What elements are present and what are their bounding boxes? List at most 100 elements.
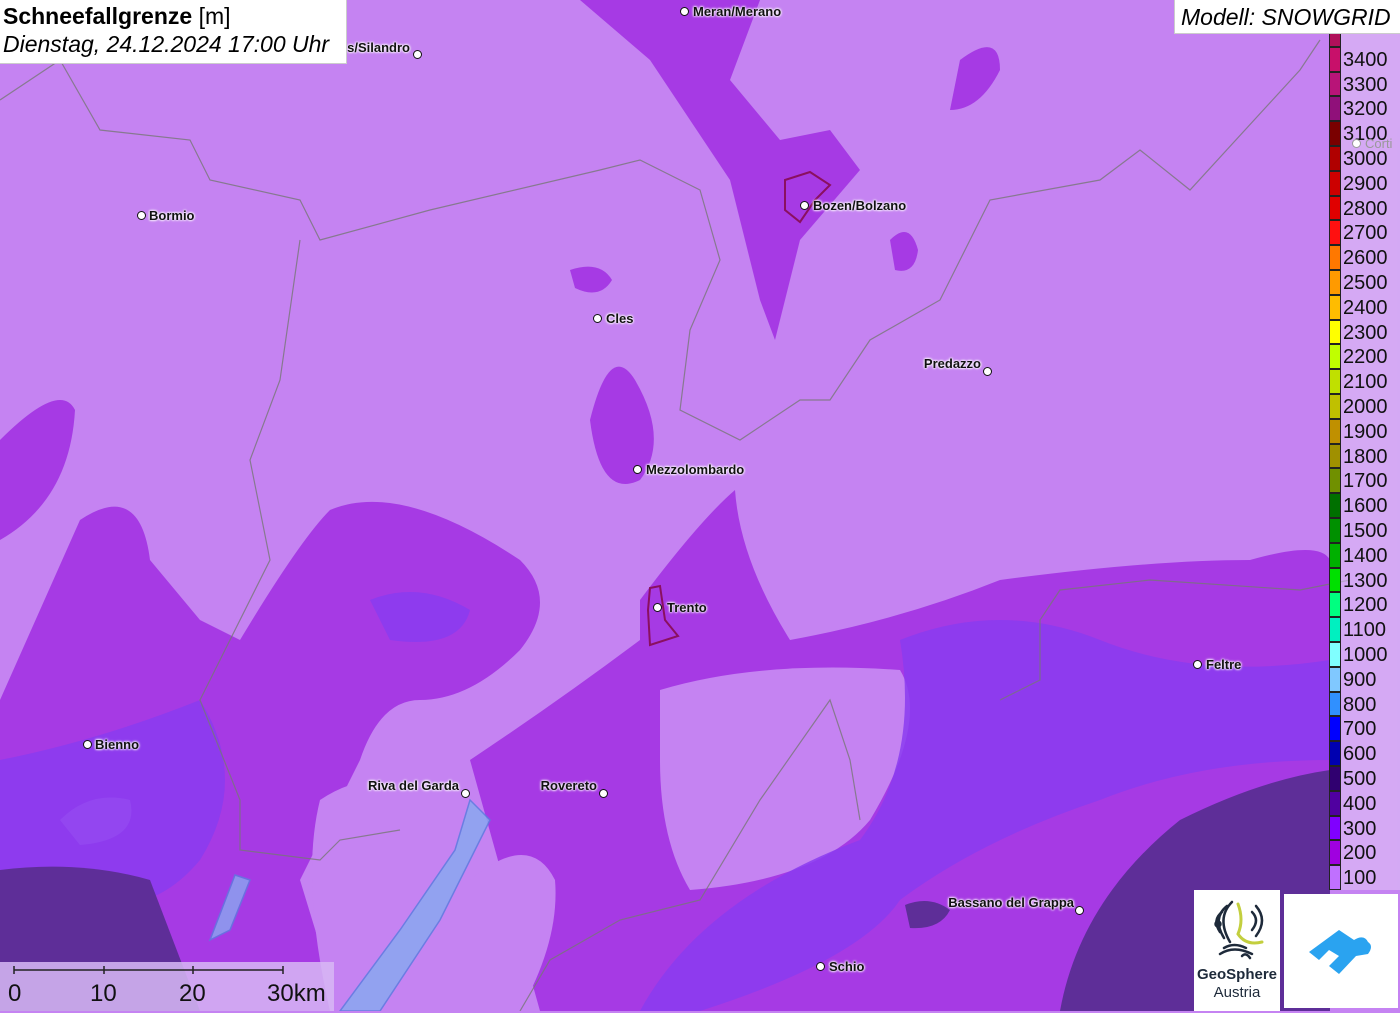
legend-item: 2800 (1329, 195, 1400, 221)
scale-tick: 30km (267, 980, 326, 1007)
unit-label: [m] (198, 3, 231, 29)
legend-label: 3000 (1343, 148, 1388, 170)
legend-swatch (1329, 542, 1341, 568)
legend-label: 2000 (1343, 396, 1388, 418)
legend-swatch (1329, 642, 1341, 667)
legend-item: 3400 (1329, 46, 1400, 72)
legend-swatch (1329, 741, 1341, 766)
city-dot-icon (599, 789, 608, 798)
legend-item: 1600 (1329, 493, 1400, 518)
legend-item: 1500 (1329, 518, 1400, 543)
legend-swatch (1329, 592, 1341, 618)
legend-label: 2900 (1343, 172, 1388, 195)
legend-swatch (1329, 443, 1341, 469)
legend-item: 2600 (1329, 245, 1400, 270)
legend-swatch (1329, 518, 1341, 543)
legend-item: 1700 (1329, 468, 1400, 494)
legend-label: 1400 (1343, 544, 1388, 567)
legend-swatch (1329, 766, 1341, 791)
legend-item: 2900 (1329, 170, 1400, 196)
legend-label: 1700 (1343, 470, 1388, 493)
legend-swatch (1329, 617, 1341, 642)
legend-item: 200 (1329, 840, 1400, 866)
legend-swatch (1329, 319, 1341, 345)
mountain-cloud-logo-icon (1309, 930, 1371, 974)
scale-tick: 10 (90, 980, 117, 1007)
legend-swatch (1329, 344, 1341, 370)
city-dot-icon (593, 314, 602, 323)
legend-label: 400 (1343, 792, 1377, 815)
legend-label: 1800 (1343, 445, 1388, 468)
legend-label: 3400 (1343, 48, 1388, 71)
legend-swatch (1329, 195, 1341, 221)
legend-item: 2700 (1329, 220, 1400, 246)
legend-item: 2100 (1329, 369, 1400, 394)
legend-item: 2200 (1329, 344, 1400, 370)
city-dot-icon (800, 201, 809, 210)
map-title: Schneefallgrenze [m] (3, 3, 231, 29)
app-logo[interactable] (1284, 894, 1398, 1008)
legend-label: 300 (1343, 817, 1377, 840)
legend-item: 2400 (1329, 294, 1400, 320)
legend-item: 2300 (1329, 319, 1400, 345)
title-box: Schneefallgrenze [m] Dienstag, 24.12.202… (0, 0, 347, 64)
scale-bar-line (13, 966, 284, 974)
legend-item: 600 (1329, 741, 1400, 766)
legend-item: 3300 (1329, 71, 1400, 97)
model-label: Modell: SNOWGRID (1174, 0, 1400, 34)
legend-label: 1200 (1343, 594, 1388, 617)
city-dot-icon (816, 962, 825, 971)
legend-item: 300 (1329, 815, 1400, 841)
legend-swatch (1329, 691, 1341, 717)
legend-label: 2600 (1343, 247, 1388, 270)
legend-label: 700 (1343, 718, 1377, 741)
legend-item: 2500 (1329, 270, 1400, 295)
legend-label: 2100 (1343, 371, 1388, 394)
legend-swatch (1329, 170, 1341, 196)
legend-swatch (1329, 270, 1341, 295)
city-dot-icon (653, 603, 662, 612)
city-dot-icon (633, 465, 642, 474)
scale-tick: 20 (179, 980, 206, 1007)
legend-label: 2300 (1343, 321, 1388, 344)
legend-swatch (1329, 71, 1341, 97)
legend-swatch (1329, 46, 1341, 72)
legend-label: 1900 (1343, 420, 1388, 443)
scale-bar: 0 10 20 30km (0, 962, 334, 1011)
legend-label: 200 (1343, 842, 1377, 865)
legend-item: 3200 (1329, 96, 1400, 122)
legend-label: 2700 (1343, 222, 1388, 245)
legend-swatch (1329, 294, 1341, 320)
datetime-label: Dienstag, 24.12.2024 17:00 Uhr (3, 31, 330, 57)
city-dot-icon (1193, 660, 1202, 669)
city-dot-icon (413, 50, 422, 59)
legend-item: 1800 (1329, 443, 1400, 469)
legend-item: 2000 (1329, 394, 1400, 419)
legend-item: 400 (1329, 790, 1400, 816)
city-dot-icon (1352, 139, 1361, 148)
legend-swatch (1329, 493, 1341, 518)
scale-tick: 0 (8, 980, 22, 1007)
legend-item: 1300 (1329, 567, 1400, 593)
legend-item: 1200 (1329, 592, 1400, 618)
legend-swatch (1329, 865, 1341, 890)
legend-label: 1000 (1343, 644, 1388, 666)
snowfall-line-map[interactable] (0, 0, 1400, 1011)
city-dot-icon (137, 211, 146, 220)
city-dot-icon (680, 7, 689, 16)
legend-label: 2200 (1343, 346, 1388, 369)
legend-item: 700 (1329, 716, 1400, 742)
legend-swatch (1329, 394, 1341, 419)
legend-swatch (1329, 666, 1341, 692)
legend-item: 800 (1329, 691, 1400, 717)
city-dot-icon (983, 367, 992, 376)
legend-label: 1600 (1343, 495, 1388, 518)
color-legend: 3500340033003200310030002900280027002600… (1329, 12, 1400, 890)
city-dot-icon (461, 789, 470, 798)
geosphere-logo[interactable]: GeoSphere Austria (1194, 890, 1280, 1011)
legend-swatch (1329, 815, 1341, 841)
legend-swatch (1329, 468, 1341, 494)
legend-label: 800 (1343, 693, 1377, 716)
legend-swatch (1329, 369, 1341, 394)
legend-label: 500 (1343, 768, 1377, 790)
